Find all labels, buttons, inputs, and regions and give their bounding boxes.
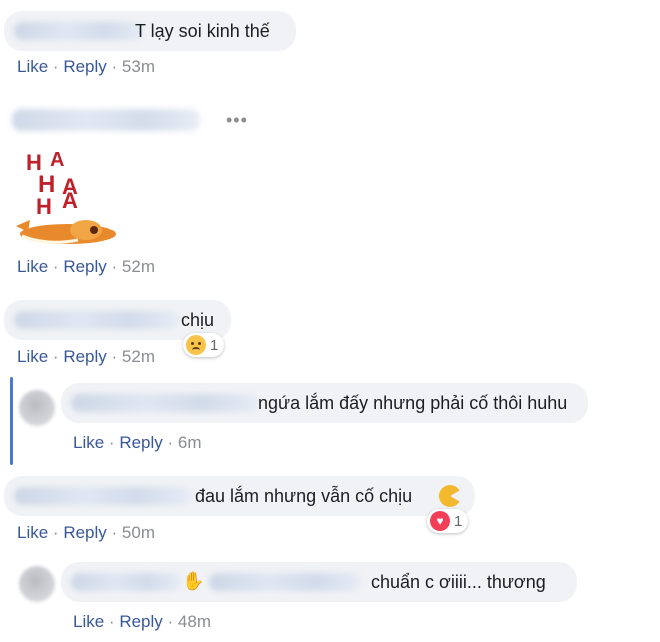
comment-actions: Like · Reply · 52m [17,257,155,277]
comment-bubble: ngứa lắm đấy nhưng phải cố thôi huhu [61,383,588,423]
separator: · [52,257,64,276]
separator: · [52,57,64,76]
reply-link[interactable]: Reply [63,57,106,76]
blurred-author-name [14,22,144,40]
comment-text: T lạy soi kinh thế [135,21,270,41]
blurred-author-name [12,109,200,131]
comment-text: đau lắm nhưng vẫn cố chịu [195,486,413,506]
reply-link[interactable]: Reply [119,612,162,631]
pacman-emoji-icon [439,485,461,507]
separator: · [167,433,178,452]
like-link[interactable]: Like [17,57,48,76]
svg-text:H: H [36,194,52,219]
comment-bubble: đau lắm nhưng vẫn cố chịu [4,476,475,516]
blurred-author-name [71,394,259,412]
blurred-author-name [14,487,192,505]
separator: · [111,257,122,276]
comment-time: 53m [121,57,155,76]
avatar[interactable] [19,566,55,602]
separator: · [111,57,122,76]
svg-text:A: A [62,188,78,213]
separator: · [108,433,120,452]
reaction-badge[interactable]: ♥ 1 [427,509,469,533]
blurred-tagged-name [209,573,361,591]
separator: · [108,612,120,631]
hand-wave-icon: ✋ [182,571,205,591]
reaction-badge[interactable]: 1 [183,333,225,357]
more-options-icon[interactable]: ••• [226,110,248,131]
like-link[interactable]: Like [73,612,104,631]
comment-bubble: T lạy soi kinh thế [4,11,296,51]
comment-time: 52m [121,257,155,276]
reply-link[interactable]: Reply [63,257,106,276]
reaction-count: 1 [210,336,219,354]
reply-link[interactable]: Reply [119,433,162,452]
like-link[interactable]: Like [17,257,48,276]
comment-text: ngứa lắm đấy nhưng phải cố thôi huhu [258,393,568,413]
comment-actions: Like · Reply · 52m [17,347,155,367]
separator: · [167,612,178,631]
comment-time: 52m [121,347,155,366]
blurred-author-name [14,311,179,329]
reply-link[interactable]: Reply [63,523,106,542]
comment-time: 50m [121,523,155,542]
avatar[interactable] [19,390,55,426]
comment-actions: Like · Reply · 50m [17,523,155,543]
reply-link[interactable]: Reply [63,347,106,366]
reaction-count: 1 [454,512,463,530]
comment-bubble: ✋ chuẩn c ơiiii... thương [61,562,577,602]
comment-actions: Like · Reply · 6m [73,433,202,453]
thread-indicator [10,377,13,465]
separator: · [111,347,122,366]
blurred-author-name [71,573,181,591]
comment-actions: Like · Reply · 48m [73,612,211,632]
heart-icon: ♥ [430,511,450,531]
comment-text: chịu [181,310,215,330]
separator: · [52,523,64,542]
comment-time: 48m [177,612,211,631]
haha-sticker: H A H A H A [16,149,116,244]
like-link[interactable]: Like [17,523,48,542]
svg-text:A: A [50,149,64,171]
separator: · [111,523,122,542]
like-link[interactable]: Like [17,347,48,366]
sad-face-icon [186,335,206,355]
comment-time: 6m [177,433,202,452]
comment-text: chuẩn c ơiiii... thương [371,572,546,592]
comment-actions: Like · Reply · 53m [17,57,155,77]
like-link[interactable]: Like [73,433,104,452]
separator: · [52,347,64,366]
